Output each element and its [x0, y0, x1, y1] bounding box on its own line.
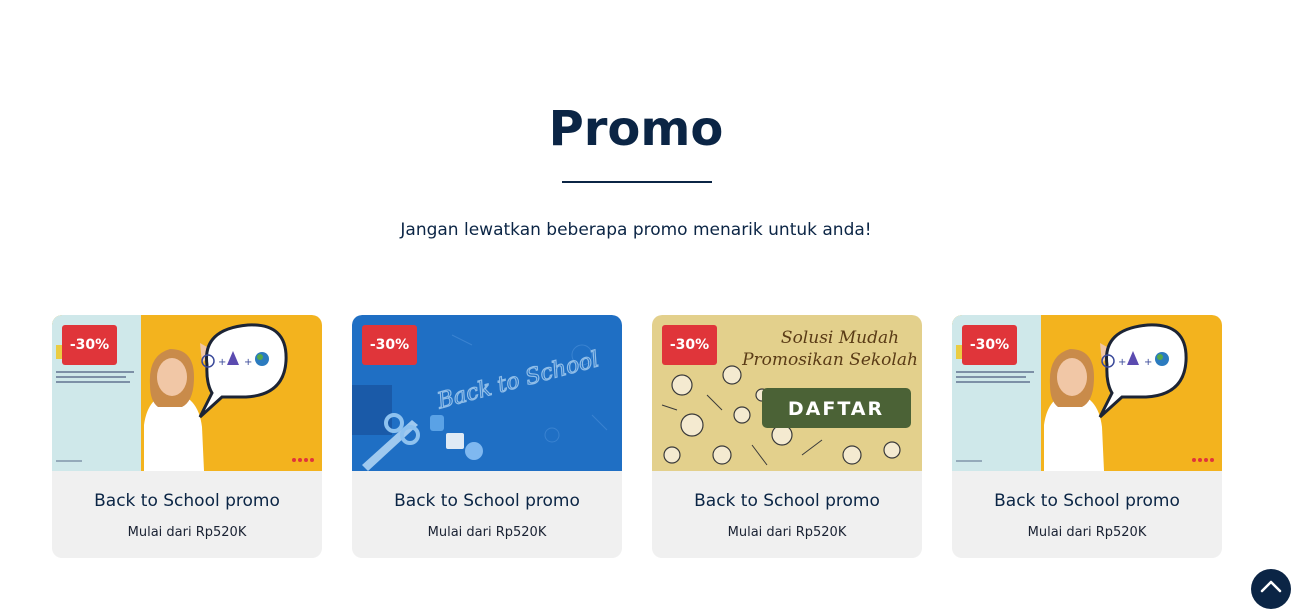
promo-card[interactable]: Back to School -30% Back to School promo…: [352, 315, 622, 558]
promo-price: Mulai dari Rp520K: [427, 525, 547, 540]
svg-text:+: +: [244, 357, 252, 368]
promo-card[interactable]: + + -30% Back to School promo Mulai dari…: [952, 315, 1222, 558]
section-title: Promo: [548, 101, 724, 157]
promo-card[interactable]: Solusi Mudah Promosikan Sekolah DAFTAR -…: [652, 315, 922, 558]
scroll-to-top-button[interactable]: [1251, 569, 1291, 609]
promo-title[interactable]: Back to School promo: [952, 490, 1222, 512]
svg-text:+: +: [218, 357, 226, 368]
image-heading-line2: Promosikan Sekolah: [741, 350, 918, 370]
promo-title[interactable]: Back to School promo: [52, 490, 322, 512]
promo-price: Mulai dari Rp520K: [1027, 525, 1147, 540]
svg-text:+: +: [1144, 357, 1152, 368]
image-heading-line1: Solusi Mudah: [781, 328, 899, 348]
svg-text:+: +: [1118, 357, 1126, 368]
discount-badge: -30%: [962, 325, 1017, 365]
discount-badge: -30%: [662, 325, 717, 365]
title-divider: [562, 181, 712, 183]
discount-badge: -30%: [62, 325, 117, 365]
chevron-up-icon: [1260, 580, 1282, 593]
promo-card[interactable]: + + -30% Back to School promo Mulai dari…: [52, 315, 322, 558]
promo-title[interactable]: Back to School promo: [652, 490, 922, 512]
promo-title[interactable]: Back to School promo: [352, 490, 622, 512]
image-daftar-button: DAFTAR: [788, 398, 884, 420]
section-subtitle: Jangan lewatkan beberapa promo menarik u…: [400, 220, 872, 240]
discount-badge: -30%: [362, 325, 417, 365]
promo-price: Mulai dari Rp520K: [727, 525, 847, 540]
promo-price: Mulai dari Rp520K: [127, 525, 247, 540]
